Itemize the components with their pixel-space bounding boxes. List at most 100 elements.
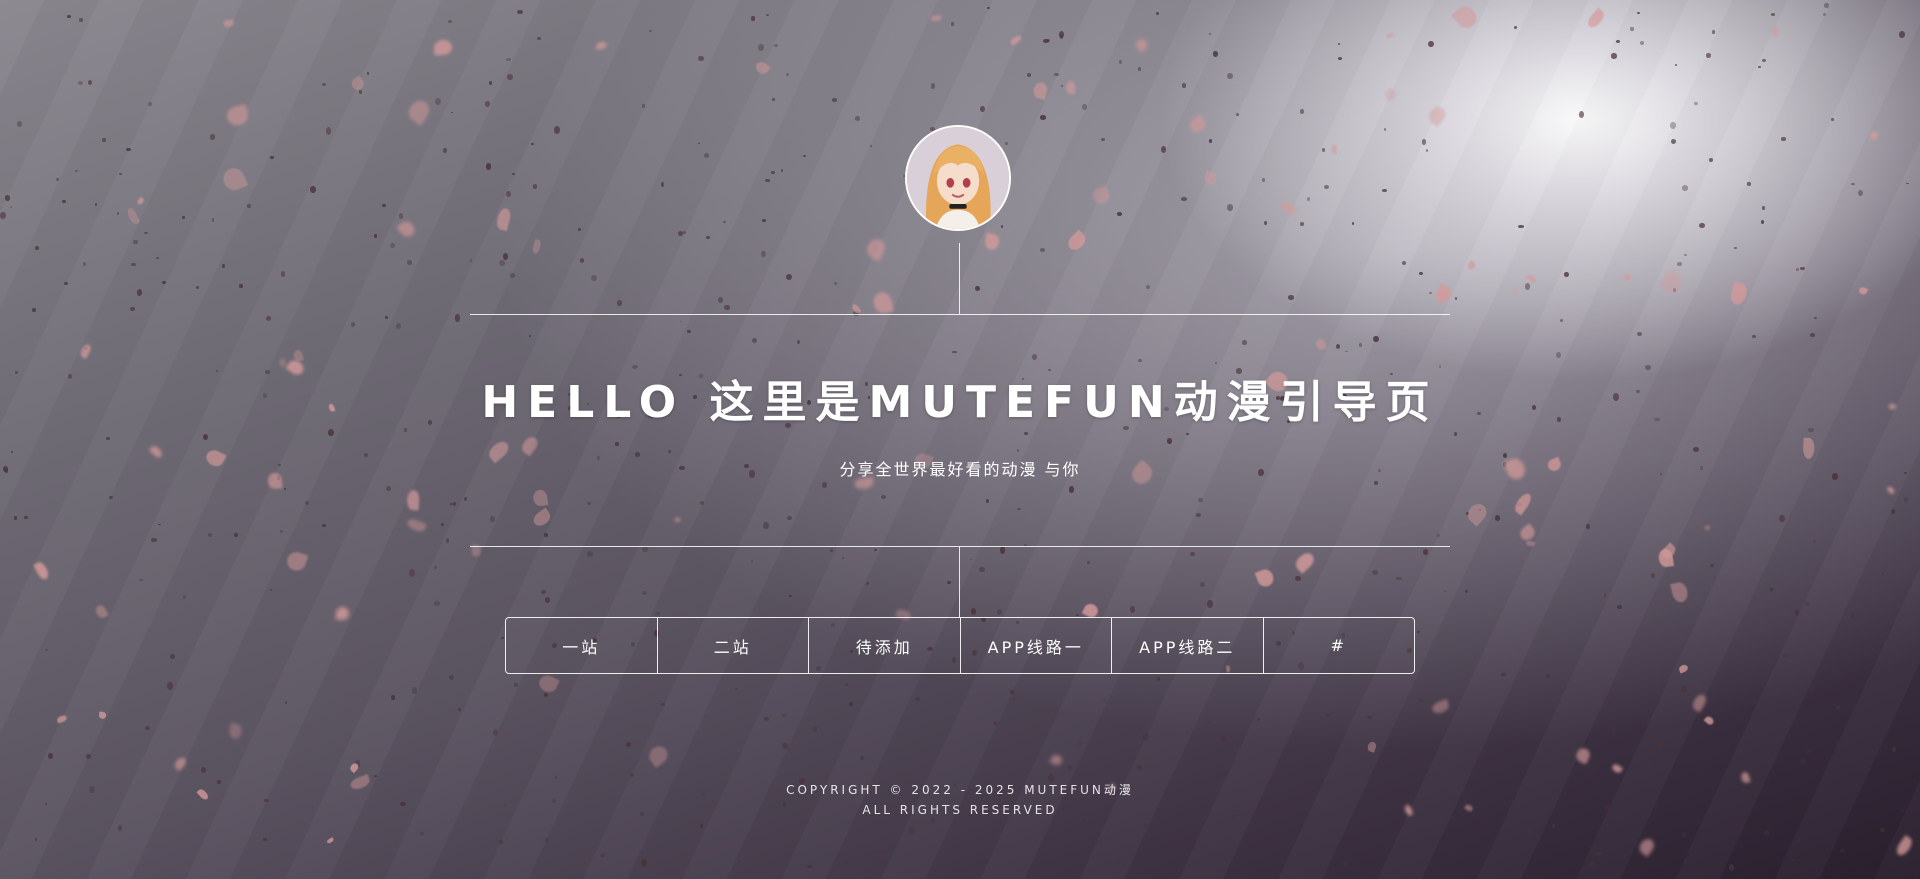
speck [1559,319,1564,323]
petal [530,508,553,529]
nav-item-site-1[interactable]: 一站 [506,618,658,673]
speck [1155,11,1160,16]
petal [225,103,250,127]
petal [1511,491,1533,516]
speck [1640,40,1645,45]
speck [1646,761,1653,767]
speck [358,90,363,95]
nav-item-app-route-2[interactable]: APP线路二 [1112,618,1264,673]
speck [1891,508,1895,514]
speck [1336,344,1341,350]
speck [1101,137,1105,141]
speck [980,105,986,112]
speck [554,126,561,134]
speck [216,779,221,784]
petal [1886,486,1896,496]
speck [1654,417,1660,422]
petal [1032,81,1049,100]
speck [1650,735,1654,738]
speck [265,316,272,321]
speck [987,6,990,10]
speck [1263,221,1267,225]
speck [698,55,704,62]
speck [262,392,268,399]
petal [1670,581,1690,605]
speck [492,728,498,736]
speck [201,767,207,773]
speck [1597,829,1600,831]
speck [577,227,582,231]
speck [129,307,135,312]
speck [1779,514,1785,523]
petal [1703,714,1715,726]
petal [1385,31,1395,40]
speck [1711,30,1716,34]
speck [86,753,91,760]
speck [1880,827,1886,832]
speck [1611,53,1617,59]
speck [1054,72,1059,77]
speck [1117,861,1121,864]
speck [263,838,267,842]
speck [1760,219,1765,225]
page-title: HELLO 这里是MUTEFUN动漫引导页 [481,377,1439,428]
petal [228,723,243,740]
speck [1782,653,1788,659]
speck [723,305,730,310]
speck [531,143,535,146]
petal [433,38,454,56]
nav-item-pending[interactable]: 待添加 [809,618,961,673]
speck [144,231,148,234]
speck [304,500,309,505]
petal [531,238,543,254]
petal [1382,87,1398,103]
speck [1830,118,1834,122]
petal [1771,26,1779,38]
nav-item-site-2[interactable]: 二站 [658,618,809,673]
speck [1616,604,1622,610]
petal [1703,524,1711,531]
anime-avatar-icon [907,127,1009,229]
speck [781,169,784,173]
speck [1477,411,1481,415]
petal [519,434,541,457]
speck [24,515,28,520]
speck [499,259,506,267]
speck [1043,38,1049,43]
petal [1512,287,1520,296]
speck [87,79,92,85]
speck [151,537,158,543]
speck [1372,569,1378,575]
speck [1616,814,1620,818]
speck [1659,472,1663,476]
speck [630,773,635,777]
petal [1425,103,1449,127]
speck [118,824,123,831]
petal [1611,762,1624,775]
petal [494,207,513,232]
speck [537,36,541,40]
speck [1382,189,1388,193]
speck [102,137,106,143]
petal [984,232,1001,251]
speck [587,550,593,557]
petal [203,447,227,469]
speck [119,173,122,176]
petal [1525,273,1538,284]
speck [551,798,556,804]
avatar [905,125,1011,231]
petal [1677,663,1690,675]
speck [1068,485,1075,493]
nav-item-app-route-1[interactable]: APP线路一 [961,618,1112,673]
speck [554,775,558,779]
speck [970,607,976,615]
speck [699,823,703,829]
speck [445,538,450,543]
speck [1001,225,1004,228]
speck [1891,747,1896,752]
speck [737,858,741,862]
speck [161,280,166,285]
speck [221,263,225,269]
speck [485,101,491,107]
nav-item-hash[interactable]: # [1264,618,1415,673]
